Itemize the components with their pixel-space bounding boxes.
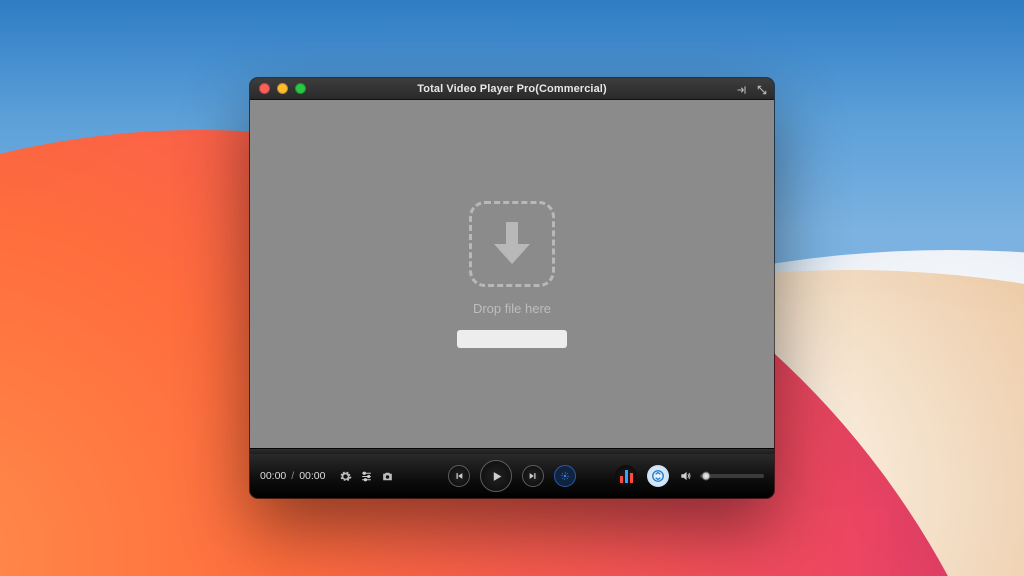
tune-icon[interactable] (360, 470, 373, 483)
drop-target (469, 201, 555, 287)
zoom-button[interactable] (295, 83, 306, 94)
time-separator: / (291, 470, 294, 482)
volume-slider[interactable] (700, 474, 764, 478)
speaker-icon[interactable] (679, 469, 693, 483)
fullscreen-icon[interactable] (756, 83, 768, 95)
previous-button[interactable] (448, 465, 470, 487)
snapshot-button[interactable] (554, 465, 576, 487)
titlebar: Total Video Player Pro(Commercial) (250, 78, 774, 100)
download-arrow-icon (494, 222, 530, 266)
gear-icon[interactable] (339, 470, 352, 483)
drop-area[interactable]: Drop file here (250, 100, 774, 448)
volume-control (679, 469, 764, 483)
next-button[interactable] (522, 465, 544, 487)
player-window: Total Video Player Pro(Commercial) Drop … (250, 78, 774, 498)
equalizer-icon (620, 470, 633, 483)
pin-icon[interactable] (736, 83, 748, 95)
equalizer-button[interactable] (615, 465, 637, 487)
minimize-button[interactable] (277, 83, 288, 94)
camera-icon[interactable] (381, 470, 394, 483)
volume-knob[interactable] (702, 472, 711, 481)
converter-button[interactable] (647, 465, 669, 487)
drop-label: Drop file here (473, 301, 551, 316)
total-duration: 00:00 (299, 470, 325, 482)
close-button[interactable] (259, 83, 270, 94)
control-bar: 00:00 / 00:00 (250, 454, 774, 498)
open-file-button[interactable] (457, 330, 567, 348)
time-display: 00:00 / 00:00 (260, 470, 325, 482)
converter-icon (651, 469, 665, 483)
elapsed-time: 00:00 (260, 470, 286, 482)
play-button[interactable] (480, 460, 512, 492)
window-title: Total Video Player Pro(Commercial) (250, 83, 774, 95)
